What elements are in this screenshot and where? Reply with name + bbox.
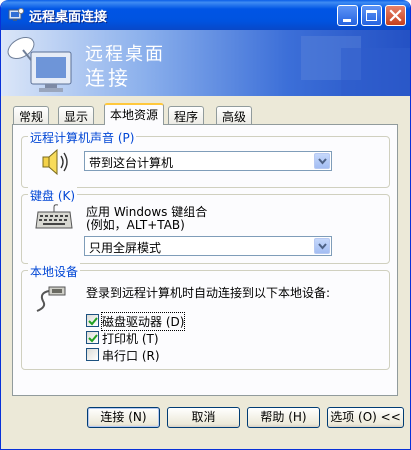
keyboard-label: 键盘 (K) xyxy=(28,187,78,204)
maximize-button[interactable] xyxy=(361,5,382,26)
tab-display[interactable]: 显示 xyxy=(58,106,95,124)
remote-desktop-icon xyxy=(8,8,24,21)
keyboard-desc-line2: (例如，ALT+TAB) xyxy=(86,218,185,232)
window-title: 远程桌面连接 xyxy=(29,10,108,25)
remote-sound-label: 远程计算机声音 (P) xyxy=(28,129,137,146)
printers-label[interactable]: 打印机 (T) xyxy=(102,330,159,347)
chevron-down-icon xyxy=(318,243,327,250)
keyboard-mode-value: 只用全屏模式 xyxy=(89,241,162,255)
cancel-button[interactable]: 取消 xyxy=(167,407,240,428)
local-devices-desc: 登录到远程计算机时自动连接到以下本地设备: xyxy=(86,286,331,300)
dropdown-arrow[interactable] xyxy=(314,153,330,169)
tab-local-resources[interactable]: 本地资源 xyxy=(104,103,165,125)
header-banner: 远程桌面 连接 xyxy=(1,30,410,96)
keyboard-icon xyxy=(35,204,73,229)
printers-checkbox[interactable]: 打印机 (T) xyxy=(86,330,176,347)
checkmark-icon xyxy=(88,334,98,343)
checkbox-box[interactable] xyxy=(86,314,99,327)
device-plug-icon xyxy=(36,286,66,312)
maximize-icon xyxy=(366,10,377,21)
chevron-down-icon xyxy=(318,158,327,165)
local-devices-label: 本地设备 xyxy=(28,263,81,280)
disk-drives-checkbox[interactable]: 磁盘驱动器 (D) xyxy=(86,312,196,331)
remote-sound-value: 带到这台计算机 xyxy=(89,156,174,170)
help-button[interactable]: 帮助 (H) xyxy=(247,407,320,428)
remote-desktop-window: 远程桌面连接 远程桌面 连接 常规 显示 本地资源 程序 高级 远程计算机声音 … xyxy=(0,0,411,450)
serial-ports-label[interactable]: 串行口 (R) xyxy=(102,347,160,364)
remote-sound-select[interactable]: 带到这台计算机 xyxy=(84,151,332,171)
satellite-monitor-icon xyxy=(7,36,410,96)
minimize-icon xyxy=(343,19,351,22)
dropdown-arrow[interactable] xyxy=(314,238,330,254)
checkbox-box[interactable] xyxy=(86,331,99,344)
banner-title-line2: 连接 xyxy=(85,66,131,90)
checkmark-icon xyxy=(88,317,98,326)
disk-drives-label[interactable]: 磁盘驱动器 (D) xyxy=(100,312,186,331)
close-icon xyxy=(389,9,402,22)
connect-button[interactable]: 连接 (N) xyxy=(87,407,160,428)
serial-ports-checkbox[interactable]: 串行口 (R) xyxy=(86,347,176,364)
tab-advanced[interactable]: 高级 xyxy=(216,106,253,124)
minimize-button[interactable] xyxy=(337,5,358,26)
title-bar[interactable]: 远程桌面连接 xyxy=(1,0,410,30)
tab-programs[interactable]: 程序 xyxy=(168,106,205,124)
speaker-icon xyxy=(42,148,68,176)
keyboard-mode-select[interactable]: 只用全屏模式 xyxy=(84,236,332,256)
checkbox-box[interactable] xyxy=(86,348,99,361)
options-button[interactable]: 选项 (O) << xyxy=(327,407,404,428)
tab-general[interactable]: 常规 xyxy=(13,106,50,124)
close-button[interactable] xyxy=(385,5,406,26)
